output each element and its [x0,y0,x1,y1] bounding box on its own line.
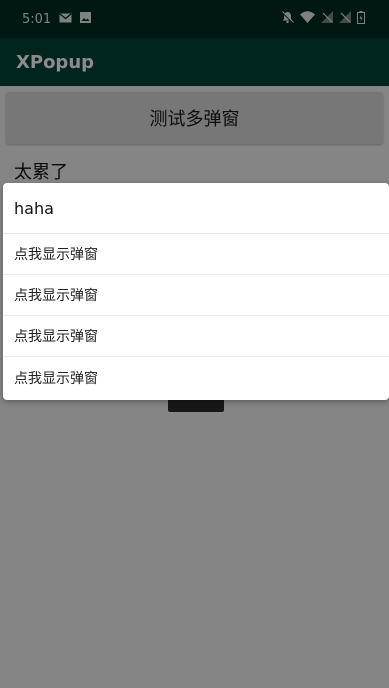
popup-item[interactable]: 点我显示弹窗 [3,234,389,275]
popup-item[interactable]: 点我显示弹窗 [3,316,389,357]
popup-title: haha [3,183,389,234]
popup-item[interactable]: 点我显示弹窗 [3,275,389,316]
popup-item[interactable]: 点我显示弹窗 [3,357,389,398]
popup-dialog: haha 点我显示弹窗 点我显示弹窗 点我显示弹窗 点我显示弹窗 [3,183,389,400]
